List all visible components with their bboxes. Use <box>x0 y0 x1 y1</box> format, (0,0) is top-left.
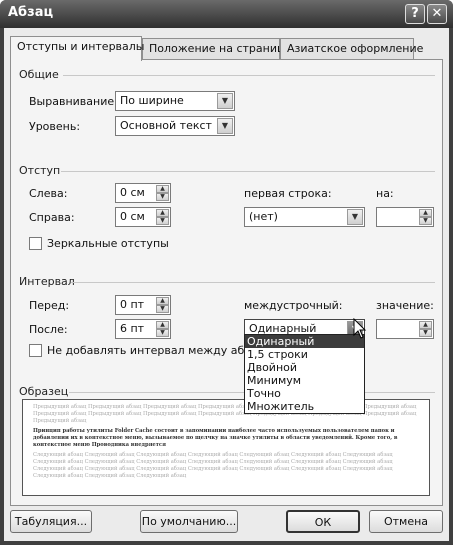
first-line-by-spinner[interactable]: ▲ ▼ <box>376 207 434 227</box>
chevron-down-icon[interactable]: ▼ <box>217 93 233 109</box>
level-select[interactable]: Основной текст ▼ <box>115 116 235 136</box>
right-indent-label: Справа: <box>29 211 75 224</box>
left-indent-spinner[interactable]: 0 см ▲ ▼ <box>115 183 171 203</box>
title-bar[interactable]: Абзац ? ✕ <box>0 0 453 28</box>
spinner-buttons[interactable]: ▲ ▼ <box>156 321 169 337</box>
line-spacing-dropdown[interactable]: Одинарный 1,5 строки Двойной Минимум Точ… <box>244 334 365 414</box>
line-spacing-option[interactable]: Множитель <box>245 400 364 413</box>
dialog-client: Отступы и интервалы Положение на страниц… <box>4 28 449 541</box>
no-space-same-style-checkbox[interactable] <box>29 344 42 357</box>
paragraph-dialog: Абзац ? ✕ Отступы и интервалы Положение … <box>0 0 453 545</box>
spacing-heading: Интервал <box>19 275 75 288</box>
preview-heading: Образец <box>19 385 69 398</box>
level-label: Уровень: <box>29 120 81 133</box>
mouse-cursor-icon <box>353 318 367 339</box>
left-indent-value: 0 см <box>120 186 145 199</box>
down-arrow-icon[interactable]: ▼ <box>156 329 169 337</box>
tab-asian-typography[interactable]: Азиатское оформление <box>280 38 423 60</box>
at-label: значение: <box>376 299 434 312</box>
line-spacing-option[interactable]: Двойной <box>245 361 364 374</box>
preview-current-paragraph: Принцип работы утилиты Folder Cache сост… <box>33 428 398 448</box>
by-label: на: <box>376 187 394 200</box>
general-heading: Общие <box>19 68 59 81</box>
right-indent-value: 0 см <box>120 210 145 223</box>
space-after-value: 6 пт <box>120 322 145 335</box>
spinner-buttons[interactable]: ▲ ▼ <box>156 209 169 225</box>
up-arrow-icon[interactable]: ▲ <box>156 321 169 329</box>
first-line-label: первая строка: <box>244 187 332 200</box>
line-spacing-at-spinner[interactable]: ▲ ▼ <box>376 319 434 339</box>
down-arrow-icon[interactable]: ▼ <box>419 217 432 225</box>
up-arrow-icon[interactable]: ▲ <box>419 321 432 329</box>
alignment-label: Выравнивание: <box>29 95 118 108</box>
preview-next-paragraph: Следующий абзац Следующий абзац Следующи… <box>33 452 393 479</box>
spinner-buttons[interactable]: ▲ ▼ <box>419 209 432 225</box>
space-before-label: Перед: <box>29 299 70 312</box>
spinner-buttons[interactable]: ▲ ▼ <box>156 297 169 313</box>
spinner-buttons[interactable]: ▲ ▼ <box>419 321 432 337</box>
ok-button[interactable]: ОК <box>286 510 360 533</box>
alignment-value: По ширине <box>120 94 184 107</box>
divider <box>61 171 435 172</box>
right-indent-spinner[interactable]: 0 см ▲ ▼ <box>115 207 171 227</box>
divider <box>63 75 435 76</box>
window-title: Абзац <box>8 5 54 20</box>
line-spacing-option[interactable]: Минимум <box>245 374 364 387</box>
up-arrow-icon[interactable]: ▲ <box>156 209 169 217</box>
preview-previous-paragraph: Предыдущий абзац Предыдущий абзац Предыд… <box>33 404 417 424</box>
help-button[interactable]: ? <box>405 4 425 24</box>
tab-line-page-breaks[interactable]: Положение на странице <box>142 38 291 60</box>
cancel-button[interactable]: Отмена <box>369 510 443 533</box>
down-arrow-icon[interactable]: ▼ <box>419 329 432 337</box>
mirror-indents-checkbox[interactable] <box>29 237 42 250</box>
indent-heading: Отступ <box>19 164 61 177</box>
up-arrow-icon[interactable]: ▲ <box>156 185 169 193</box>
level-value: Основной текст <box>120 119 212 132</box>
chevron-down-icon[interactable]: ▼ <box>217 118 233 134</box>
close-button[interactable]: ✕ <box>427 4 447 24</box>
left-indent-label: Слева: <box>29 187 68 200</box>
alignment-select[interactable]: По ширине ▼ <box>115 91 235 111</box>
down-arrow-icon[interactable]: ▼ <box>156 305 169 313</box>
up-arrow-icon[interactable]: ▲ <box>156 297 169 305</box>
line-spacing-option[interactable]: 1,5 строки <box>245 348 364 361</box>
first-line-select[interactable]: (нет) ▼ <box>244 207 365 227</box>
first-line-value: (нет) <box>249 210 278 223</box>
tabs-button[interactable]: Табуляция... <box>10 510 92 533</box>
mirror-indents-label: Зеркальные отступы <box>47 237 169 250</box>
tab-indents-spacing[interactable]: Отступы и интервалы <box>10 36 145 61</box>
line-spacing-label: междустрочный: <box>244 299 343 312</box>
line-spacing-option[interactable]: Одинарный <box>245 335 364 348</box>
set-default-button[interactable]: По умолчанию... <box>140 510 238 533</box>
spinner-buttons[interactable]: ▲ ▼ <box>156 185 169 201</box>
space-after-label: После: <box>29 323 68 336</box>
preview-box: Предыдущий абзац Предыдущий абзац Предыд… <box>22 399 430 496</box>
up-arrow-icon[interactable]: ▲ <box>419 209 432 217</box>
space-before-spinner[interactable]: 0 пт ▲ ▼ <box>115 295 171 315</box>
chevron-down-icon[interactable]: ▼ <box>347 209 363 225</box>
divider <box>71 282 435 283</box>
space-before-value: 0 пт <box>120 298 145 311</box>
down-arrow-icon[interactable]: ▼ <box>156 193 169 201</box>
line-spacing-option[interactable]: Точно <box>245 387 364 400</box>
space-after-spinner[interactable]: 6 пт ▲ ▼ <box>115 319 171 339</box>
down-arrow-icon[interactable]: ▼ <box>156 217 169 225</box>
